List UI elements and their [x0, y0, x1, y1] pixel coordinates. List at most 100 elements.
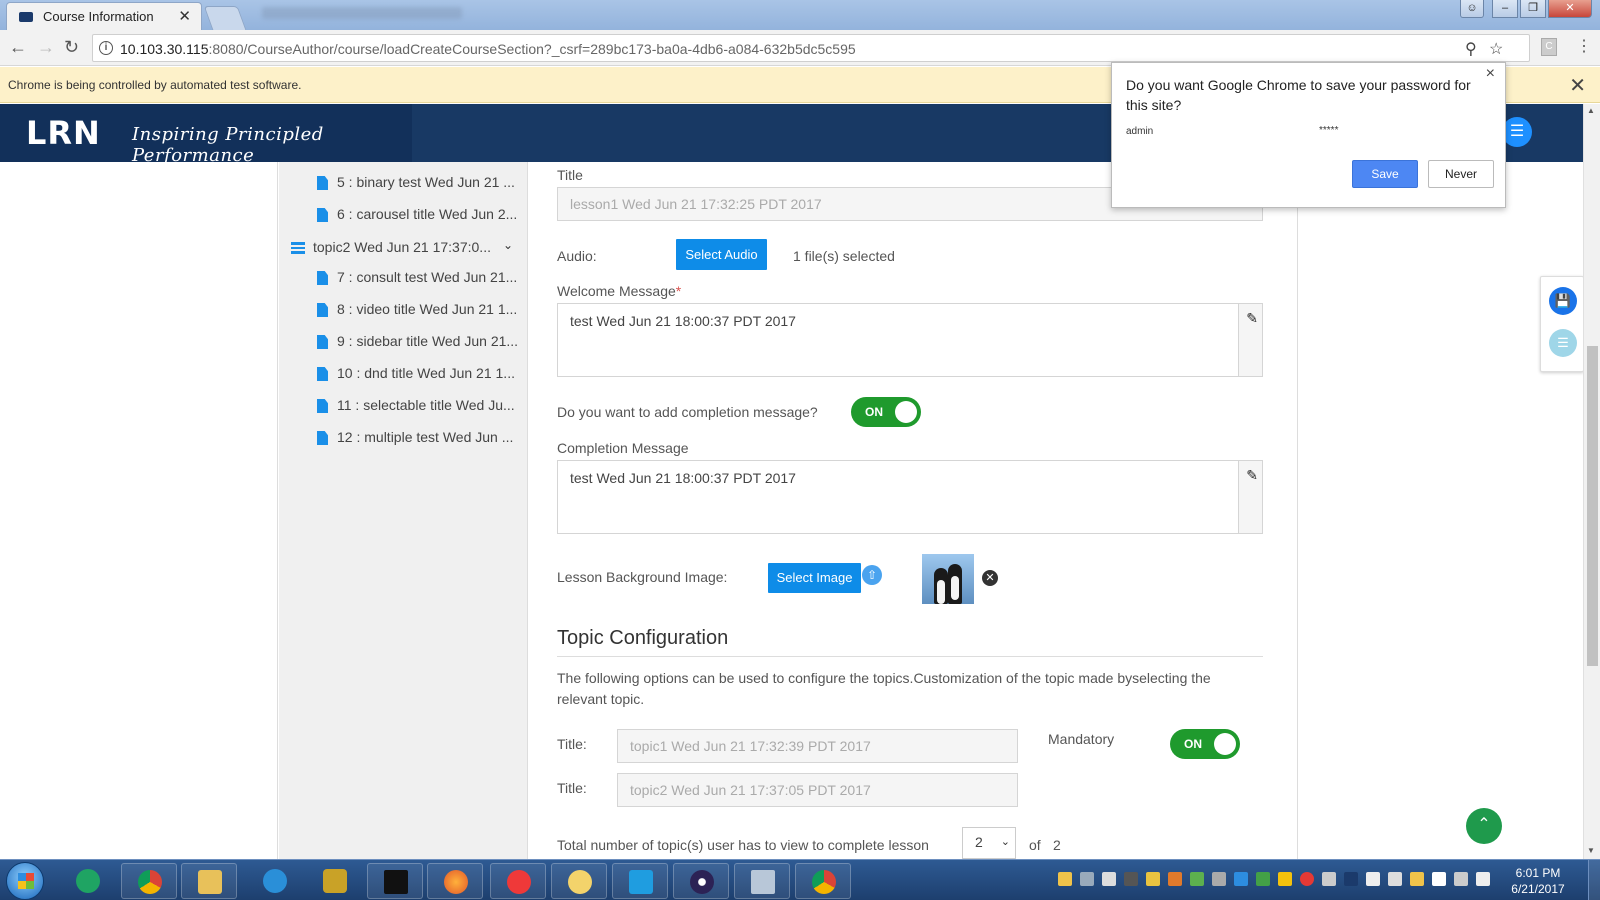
infobar-message: Chrome is being controlled by automated …	[8, 78, 302, 92]
url-input[interactable]: i 10.103.30.115:8080/CourseAuthor/course…	[92, 34, 1530, 62]
chrome-menu-icon[interactable]: ⋮	[1576, 36, 1592, 56]
never-save-button[interactable]: Never	[1428, 160, 1494, 188]
scroll-to-top-button[interactable]: ⌃	[1466, 808, 1502, 844]
app-tray-icon[interactable]	[1190, 872, 1204, 886]
page-scrollbar[interactable]: ▲ ▼	[1583, 104, 1600, 859]
app-tray-icon[interactable]	[1410, 872, 1424, 886]
topic1-title-input[interactable]: topic1 Wed Jun 21 17:32:39 PDT 2017	[617, 729, 1018, 763]
flag-tray-icon[interactable]	[1366, 872, 1380, 886]
required-topics-select[interactable]: 2 ⌄	[962, 827, 1016, 859]
pencil-edit-icon[interactable]: ✎	[1246, 467, 1258, 484]
app-tray-icon[interactable]	[1256, 872, 1270, 886]
firefox-taskbar-button[interactable]	[427, 863, 483, 899]
taskbar-clock[interactable]: 6:01 PM 6/21/2017	[1498, 865, 1578, 897]
left-gutter	[0, 162, 278, 859]
notepad-taskbar-button[interactable]	[734, 863, 790, 899]
background-image-label: Lesson Background Image:	[557, 569, 728, 585]
tree-item-11[interactable]: 11 : selectable title Wed Ju...	[317, 396, 527, 416]
topic2-title-input[interactable]: topic2 Wed Jun 21 17:37:05 PDT 2017	[617, 773, 1018, 807]
cmd-taskbar-button[interactable]	[367, 863, 423, 899]
lrn-tray-icon[interactable]	[1344, 872, 1358, 886]
lrn-logo[interactable]: LRN	[26, 114, 101, 152]
bookmark-star-icon[interactable]: ☆	[1489, 39, 1503, 59]
mail-tray-icon[interactable]	[1058, 872, 1072, 886]
required-marker: *	[675, 283, 682, 299]
eclipse-taskbar-button[interactable]	[673, 863, 729, 899]
select-image-button[interactable]: Select Image	[768, 563, 861, 593]
app-tray-icon[interactable]	[1146, 872, 1160, 886]
extension-icon[interactable]: C	[1541, 38, 1557, 56]
skype-business-taskbar-button[interactable]	[612, 863, 668, 899]
settings-tray-icon[interactable]	[1102, 872, 1116, 886]
welcome-message-field[interactable]: test Wed Jun 21 18:00:37 PDT 2017 ✎	[557, 303, 1263, 377]
scrollbar-thumb[interactable]	[1587, 346, 1598, 666]
keepass-taskbar-button[interactable]	[307, 863, 363, 899]
tree-item-10[interactable]: 10 : dnd title Wed Jun 21 1...	[317, 364, 527, 384]
key-icon[interactable]: ⚲	[1465, 39, 1477, 59]
select-audio-button[interactable]: Select Audio	[676, 239, 767, 270]
network-tray-icon[interactable]	[1080, 872, 1094, 886]
infobar-close-icon[interactable]: ✕	[1569, 73, 1586, 98]
dialog-close-icon[interactable]: ×	[1486, 65, 1495, 83]
maximize-button[interactable]: ❐	[1520, 0, 1546, 18]
window-close-button[interactable]: ✕	[1548, 0, 1592, 18]
forward-arrow-icon[interactable]: →	[37, 37, 55, 57]
save-icon[interactable]: 💾	[1549, 287, 1577, 315]
site-info-icon[interactable]: i	[99, 41, 113, 55]
scroll-up-arrow-icon[interactable]: ▲	[1587, 106, 1595, 115]
display-tray-icon[interactable]	[1388, 872, 1402, 886]
minimize-button[interactable]: –	[1492, 0, 1518, 18]
app-tray-icon[interactable]	[1212, 872, 1226, 886]
ie-taskbar-button[interactable]	[247, 863, 303, 899]
tree-item-8[interactable]: 8 : video title Wed Jun 21 1...	[317, 300, 527, 320]
tree-item-5[interactable]: 5 : binary test Wed Jun 21 ...	[317, 173, 527, 193]
app-tray-icon[interactable]	[1234, 872, 1248, 886]
new-tab-button[interactable]	[203, 6, 247, 30]
hangouts-taskbar-icon[interactable]	[60, 863, 116, 899]
remove-image-icon[interactable]: ✕	[982, 570, 998, 586]
chrome-automation-taskbar-button[interactable]	[795, 863, 851, 899]
tab-course-information[interactable]: Course Information ✕	[6, 2, 202, 30]
vivaldi-taskbar-button[interactable]	[490, 863, 546, 899]
hangouts-icon	[76, 869, 100, 893]
topic1-title-label: Title:	[557, 736, 587, 752]
mandatory-toggle[interactable]: ON	[1170, 729, 1240, 759]
signal-tray-icon[interactable]	[1454, 872, 1468, 886]
scroll-down-arrow-icon[interactable]: ▼	[1587, 846, 1595, 855]
completion-message-field[interactable]: test Wed Jun 21 18:00:37 PDT 2017 ✎	[557, 460, 1263, 534]
explorer-taskbar-button[interactable]	[181, 863, 237, 899]
list-icon	[291, 242, 305, 254]
background-image-thumbnail[interactable]	[922, 554, 974, 604]
hamburger-menu-icon[interactable]: ☰	[1502, 117, 1532, 147]
list-view-icon[interactable]: ☰	[1549, 329, 1577, 357]
save-password-button[interactable]: Save	[1352, 160, 1418, 188]
total-topics-count: 2	[1053, 837, 1061, 853]
tree-item-7[interactable]: 7 : consult test Wed Jun 21...	[317, 268, 527, 288]
pencil-edit-icon[interactable]: ✎	[1246, 310, 1258, 327]
skype-icon	[629, 870, 653, 894]
power-tray-icon[interactable]	[1432, 872, 1446, 886]
app-tray-icon[interactable]	[1322, 872, 1336, 886]
audio-label: Audio:	[557, 248, 597, 264]
chevron-down-icon[interactable]: ⌄	[503, 238, 513, 252]
tree-item-6[interactable]: 6 : carousel title Wed Jun 2...	[317, 205, 527, 225]
tree-topic-topic2[interactable]: topic2 Wed Jun 21 17:37:0... ⌄	[291, 238, 525, 258]
upload-icon[interactable]: ⇧	[862, 565, 882, 585]
tab-close-icon[interactable]: ✕	[178, 7, 191, 25]
reload-icon[interactable]: ↻	[64, 37, 79, 57]
app-tray-icon[interactable]	[1168, 872, 1182, 886]
completion-message-toggle[interactable]: ON	[851, 397, 921, 427]
show-desktop-button[interactable]	[1588, 860, 1600, 900]
back-arrow-icon[interactable]: ←	[9, 37, 27, 57]
start-button[interactable]	[6, 862, 44, 900]
tree-item-9[interactable]: 9 : sidebar title Wed Jun 21...	[317, 332, 527, 352]
chrome-taskbar-button[interactable]	[121, 863, 177, 899]
app-taskbar-button[interactable]	[551, 863, 607, 899]
profile-icon[interactable]: ☺	[1460, 0, 1484, 18]
app-tray-icon[interactable]	[1300, 872, 1314, 886]
completion-question-label: Do you want to add completion message?	[557, 404, 818, 420]
volume-tray-icon[interactable]	[1476, 872, 1490, 886]
tree-item-12[interactable]: 12 : multiple test Wed Jun ...	[317, 428, 527, 448]
app-tray-icon[interactable]	[1278, 872, 1292, 886]
device-tray-icon[interactable]	[1124, 872, 1138, 886]
